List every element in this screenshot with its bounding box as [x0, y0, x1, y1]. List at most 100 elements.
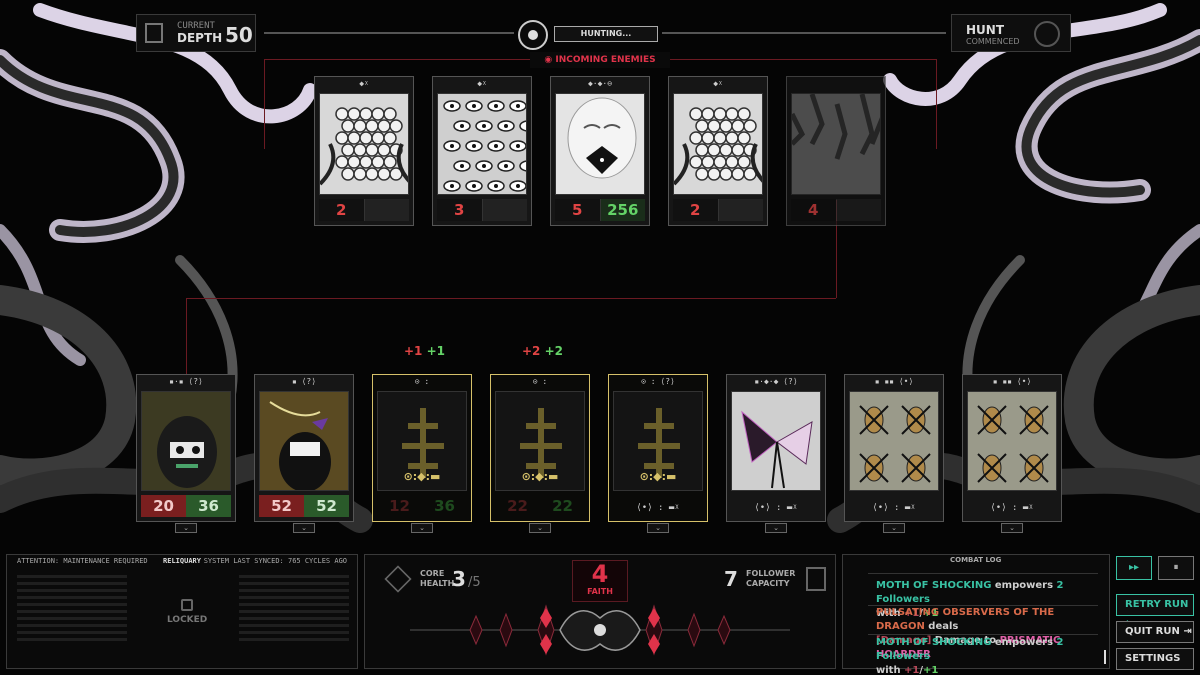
chevron-down-icon[interactable]: ⌄ [529, 523, 551, 533]
incoming-enemies-label: ◉ INCOMING ENEMIES [530, 52, 670, 68]
follower-capacity-icon [806, 567, 826, 591]
enemy-trait-icons [787, 79, 885, 91]
follower-trait-icons: ▪·▪ ⟨?⟩ [169, 377, 203, 386]
follower-attack: 12 [389, 497, 410, 515]
enemy-health-empty [482, 199, 527, 221]
hunt-sublabel: COMMENCED [966, 37, 1020, 46]
enemy-card[interactable]: ◆ᵡ 2 [314, 76, 414, 226]
chevron-down-icon[interactable]: ⌄ [175, 523, 197, 533]
follower-connector-line [186, 298, 836, 299]
follower-art [967, 391, 1057, 491]
faith-value: 4 [591, 560, 609, 588]
enemy-attack: 3 [437, 199, 483, 221]
enemy-art [319, 93, 409, 195]
incoming-line-left-drop [264, 59, 265, 149]
follower-card[interactable]: ▪ ▪▪ ⟨•⟩ ⟨•⟩ : ▬ᵡ ⌄ [962, 374, 1062, 533]
reliquary-faded-text-left [17, 571, 127, 645]
log-divider [868, 634, 1098, 635]
enemy-health-empty [718, 199, 763, 221]
follower-health: 52 [304, 495, 349, 517]
chevron-down-icon[interactable]: ⌄ [411, 523, 433, 533]
quit-run-label: QUIT RUN [1125, 626, 1180, 637]
chevron-down-icon[interactable]: ⌄ [765, 523, 787, 533]
enemy-stats: 4 [791, 199, 881, 221]
enemy-card[interactable]: ◆ᵡ 3 [432, 76, 532, 226]
retry-run-button[interactable]: RETRY RUN ⇆ [1116, 594, 1194, 630]
enemy-health-empty [836, 199, 881, 221]
hunt-target-icon [1034, 21, 1060, 47]
follower-ability-symbol: ⟨•⟩ : ▬ᵡ [754, 503, 798, 513]
enemy-stats: 2 [673, 199, 763, 221]
follower-stats: 52 52 [259, 495, 349, 517]
core-health-value: 3 [452, 567, 466, 591]
enemy-attack: 5 [555, 199, 601, 221]
progress-track-left [264, 32, 514, 34]
follower-trait-icons: ⊙ : ⟨?⟩ [641, 377, 675, 386]
chevron-down-icon[interactable]: ⌄ [883, 523, 905, 533]
follower-trait-icons: ⊙ : [532, 377, 548, 386]
follower-card[interactable]: ▪·▪ ⟨?⟩ 20 36 ⌄ [136, 374, 236, 533]
enemy-art [673, 93, 763, 195]
enemy-card[interactable]: ◆ᵡ 2 [668, 76, 768, 226]
follower-capacity: 7 FOLLOWER CAPACITY [720, 565, 830, 595]
buff-attack: +2 [522, 344, 541, 358]
locked-slot-symbol: ⊙:◆:▬ [639, 470, 677, 483]
enemy-health: 256 [600, 199, 645, 221]
hunting-status: HUNTING... [554, 26, 658, 42]
enemy-art [555, 93, 645, 195]
follower-health: 36 [186, 495, 231, 517]
enemy-trait-icons: ◆ᵡ [713, 79, 723, 88]
reliquary-locked-label: LOCKED [167, 615, 208, 625]
log-scrollbar[interactable] [1104, 650, 1106, 664]
incoming-enemies-text: INCOMING ENEMIES [555, 55, 656, 65]
incoming-line-right-drop [936, 59, 937, 149]
core-health-label: CORE HEALTH [420, 569, 455, 588]
follower-card[interactable]: ▪ ⟨?⟩ 52 52 ⌄ [254, 374, 354, 533]
fast-forward-button[interactable]: ▸▸ [1116, 556, 1152, 580]
core-health-max: /5 [468, 575, 481, 590]
depth-indicator: CURRENT DEPTH 50 [136, 14, 256, 52]
chevron-down-icon[interactable]: ⌄ [1001, 523, 1023, 533]
follower-trait-icons: ▪ ▪▪ ⟨•⟩ [992, 377, 1032, 386]
hunt-label: HUNT [966, 23, 1005, 37]
chevron-down-icon[interactable]: ⌄ [293, 523, 315, 533]
locked-follower-slot[interactable]: ⊙ : ⊙:◆:▬ 12 36 ⌄ [372, 374, 472, 533]
follower-art [259, 391, 349, 491]
exit-icon: ⇥ [1183, 626, 1192, 637]
follower-trait-icons: ▪ ⟨?⟩ [291, 377, 317, 386]
fast-forward-icon: ▸▸ [1128, 562, 1140, 573]
incoming-line-right [670, 59, 936, 60]
follower-card[interactable]: ▪·◆·◆ ⟨?⟩ ⟨•⟩ : ▬ᵡ ⌄ [726, 374, 826, 533]
enemy-card[interactable]: ◆·◆·⊖ 5 256 [550, 76, 650, 226]
follower-attack: 20 [141, 495, 186, 517]
locked-follower-slot[interactable]: ⊙ : ⟨?⟩ ⊙:◆:▬ ⟨•⟩ : ▬ᵡ ⌄ [608, 374, 708, 533]
hunt-status-box: HUNT COMMENCED [951, 14, 1071, 52]
enemy-trait-icons: ◆·◆·⊖ [587, 79, 613, 88]
faith-counter: 4 FAITH [572, 560, 628, 602]
pause-button[interactable]: ⏸ [1158, 556, 1194, 580]
follower-connector-drop [186, 298, 187, 376]
follower-art [141, 391, 231, 491]
locked-follower-slot[interactable]: ⊙ : ⊙:◆:▬ 22 22 ⌄ [490, 374, 590, 533]
follower-stats: 22 22 [495, 495, 585, 517]
pause-icon: ⏸ [1173, 562, 1179, 573]
follower-art [731, 391, 821, 491]
enemy-stats: 2 [319, 199, 409, 221]
enemy-attack: 4 [791, 199, 837, 221]
follower-card[interactable]: ▪ ▪▪ ⟨•⟩ ⟨•⟩ : ▬ᵡ ⌄ [844, 374, 944, 533]
enemy-stats: 3 [437, 199, 527, 221]
settings-label: SETTINGS [1125, 653, 1181, 664]
follower-ability-symbol: ⟨•⟩ : ▬ᵡ [872, 503, 916, 513]
follower-stats: 20 36 [141, 495, 231, 517]
follower-capacity-value: 7 [724, 567, 738, 591]
quit-run-button[interactable]: QUIT RUN ⇥ [1116, 621, 1194, 643]
locked-slot-symbol: ⊙:◆:▬ [521, 470, 559, 483]
faith-label: FAITH [587, 587, 613, 596]
enemy-card[interactable]: 4 [786, 76, 886, 226]
enemy-stats: 5 256 [555, 199, 645, 221]
follower-trait-icons: ⊙ : [414, 377, 430, 386]
settings-button[interactable]: SETTINGS [1116, 648, 1194, 670]
chevron-down-icon[interactable]: ⌄ [647, 523, 669, 533]
reliquary-panel: ATTENTION: MAINTENANCE REQUIRED RELIQUAR… [6, 554, 358, 669]
retry-run-label: RETRY RUN [1125, 599, 1189, 610]
